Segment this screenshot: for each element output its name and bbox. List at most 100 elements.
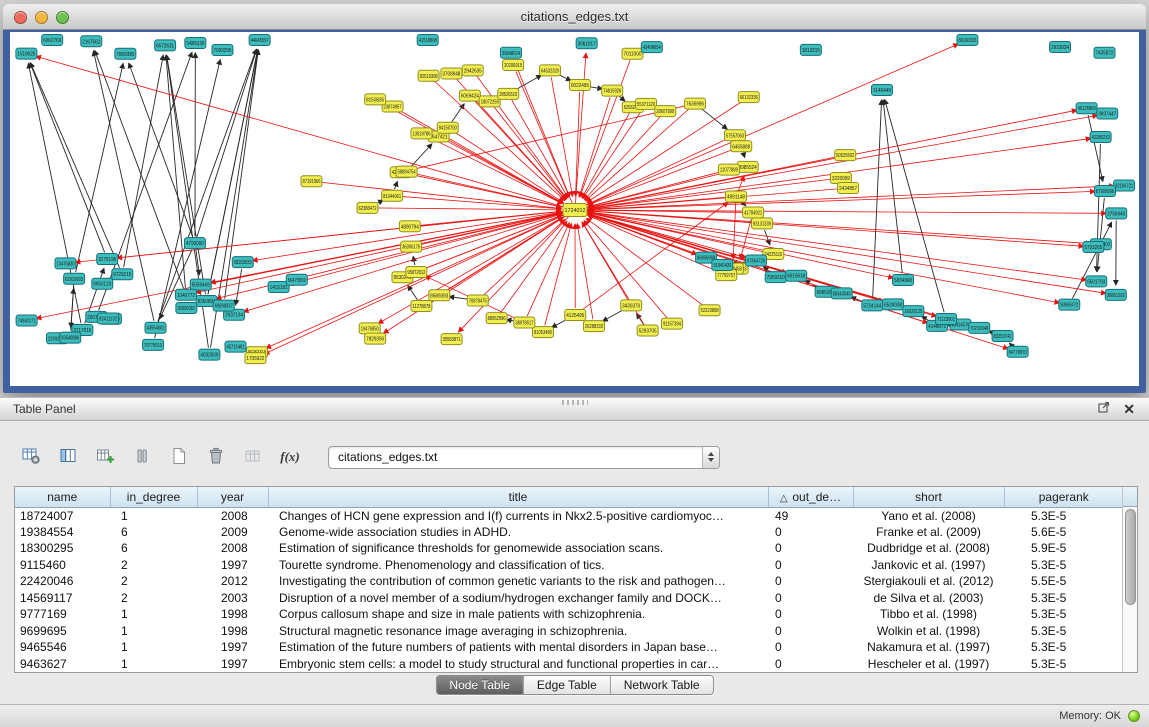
table-cell[interactable]: 6	[110, 524, 197, 541]
graph-node[interactable]: 74940171	[16, 315, 37, 326]
graph-node[interactable]: 43554602	[145, 322, 166, 333]
table-cell[interactable]: 5.3E-5	[1004, 656, 1122, 673]
table-cell[interactable]: 0	[768, 540, 853, 557]
graph-node[interactable]: 56475992	[286, 274, 307, 285]
table-cell[interactable]: Dudbridge et al. (2008)	[853, 540, 1004, 557]
scrollbar-thumb[interactable]	[1125, 509, 1136, 605]
graph-node[interactable]: 18072259	[479, 96, 500, 107]
graph-node[interactable]: 70210048	[969, 322, 990, 333]
table-cell[interactable]: 5.3E-5	[1004, 639, 1122, 656]
graph-node[interactable]: 7829356	[365, 333, 386, 344]
tab-edge-table[interactable]: Edge Table	[523, 676, 610, 694]
graph-node[interactable]: 3430370	[621, 300, 642, 311]
graph-node[interactable]: 4991148	[726, 191, 747, 202]
new-file-button[interactable]	[164, 443, 194, 471]
table-cell[interactable]: Estimation of the future numbers of pati…	[268, 639, 768, 656]
graph-node[interactable]: 41784921	[743, 207, 764, 218]
graph-node[interactable]: 41518808	[417, 35, 438, 46]
table-cell[interactable]: 5.3E-5	[1004, 606, 1122, 623]
table-row[interactable]: 946554611997Estimation of the future num…	[15, 639, 1122, 656]
graph-node[interactable]: 2942635	[462, 65, 483, 76]
table-rows-button[interactable]	[127, 443, 157, 471]
graph-node[interactable]: 57557060	[724, 130, 745, 141]
function-builder-button[interactable]: f(x)	[275, 443, 305, 471]
table-cell[interactable]: 1	[110, 623, 197, 640]
graph-node[interactable]: 6069424	[459, 90, 480, 101]
graph-node[interactable]: 5724144	[862, 300, 883, 311]
graph-node[interactable]: 1705922	[245, 353, 266, 364]
table-cell[interactable]: 9115460	[15, 557, 110, 574]
graph-node[interactable]: 1146449	[872, 85, 893, 96]
graph-node[interactable]: 87191966	[301, 176, 322, 187]
graph-node[interactable]: 1519025	[16, 48, 37, 59]
graph-node[interactable]: 84778970	[1007, 346, 1028, 357]
table-cell[interactable]: 0	[768, 573, 853, 590]
tab-node-table[interactable]: Node Table	[436, 676, 523, 694]
graph-node[interactable]: 4793090	[184, 238, 205, 249]
table-row[interactable]: 1938455462009Genome-wide association stu…	[15, 524, 1122, 541]
graph-node[interactable]: 13476830	[55, 258, 76, 269]
graph-node[interactable]: 9729215	[112, 269, 133, 280]
graph-node[interactable]: 86160033	[957, 35, 978, 46]
graph-node[interactable]: 6524038	[883, 299, 904, 310]
column-header-in_degree[interactable]: in_degree	[110, 487, 197, 507]
graph-node[interactable]: 7093295	[212, 45, 233, 56]
graph-node[interactable]: 7959310	[765, 272, 786, 283]
delete-table-button[interactable]	[201, 443, 231, 471]
graph-node[interactable]: 74815926	[602, 85, 623, 96]
graph-node[interactable]: 28607899	[655, 106, 676, 117]
table-selector-dropdown[interactable]: citations_edges.txt	[328, 446, 720, 469]
graph-node[interactable]: 7435872	[1094, 47, 1115, 58]
graph-node[interactable]: 1724012	[563, 204, 587, 217]
window-titlebar[interactable]: citations_edges.txt	[3, 4, 1146, 30]
table-cell[interactable]: 18300295	[15, 540, 110, 557]
graph-node[interactable]: 62388472	[357, 202, 378, 213]
column-header-name[interactable]: name	[15, 487, 110, 507]
table-cell[interactable]: 2008	[197, 540, 268, 557]
column-header-year[interactable]: year	[197, 487, 268, 507]
graph-node[interactable]: 5834968	[893, 275, 914, 286]
table-row[interactable]: 946362711997Embryonic stem cells: a mode…	[15, 656, 1122, 673]
graph-node[interactable]: 50525502	[835, 150, 856, 161]
show-columns-button[interactable]	[53, 443, 83, 471]
graph-node[interactable]: 43498654	[641, 42, 662, 53]
graph-node[interactable]: 54965108	[185, 38, 206, 49]
graph-node[interactable]: 4125495	[565, 309, 586, 320]
graph-node[interactable]: 91940435	[712, 260, 733, 271]
graph-node[interactable]: 88952996	[486, 313, 507, 324]
graph-node[interactable]: 58343049	[831, 288, 852, 299]
graph-node[interactable]: 20206915	[503, 59, 524, 70]
table-cell[interactable]: 19384554	[15, 524, 110, 541]
graph-node[interactable]: 46126869	[1076, 103, 1097, 114]
graph-node[interactable]: 45715481	[225, 341, 246, 352]
table-cell[interactable]: Estimation of significance thresholds fo…	[268, 540, 768, 557]
graph-node[interactable]: 62919903	[64, 273, 85, 284]
graph-node[interactable]: 87909996	[1094, 186, 1115, 197]
table-cell[interactable]: 5.3E-5	[1004, 557, 1122, 574]
vertical-scrollbar[interactable]	[1122, 487, 1137, 672]
graph-node[interactable]: 81053480	[532, 327, 553, 338]
minimize-window-button[interactable]	[35, 11, 48, 24]
graph-node[interactable]: 92411132	[98, 313, 119, 324]
graph-node[interactable]: 7011000	[622, 48, 643, 59]
graph-node[interactable]: 95872812	[406, 266, 427, 277]
table-cell[interactable]: 22420046	[15, 573, 110, 590]
table-cell[interactable]: 0	[768, 656, 853, 673]
table-cell[interactable]: 9465546	[15, 639, 110, 656]
graph-node[interactable]: 3708948	[441, 68, 462, 79]
table-row[interactable]: 1872400712008Changes of HCN gene express…	[15, 507, 1122, 524]
table-cell[interactable]: Franke et al. (2009)	[853, 524, 1004, 541]
graph-node[interactable]: 71123001	[936, 314, 957, 325]
table-cell[interactable]: Tibbo et al. (1998)	[853, 606, 1004, 623]
table-row[interactable]: 911546021997Tourette syndrome. Phenomeno…	[15, 557, 1122, 574]
graph-node[interactable]: 32184721	[1114, 180, 1135, 191]
table-cell[interactable]: Genome-wide association studies in ADHD.	[268, 524, 768, 541]
graph-node[interactable]: 5793265	[1083, 242, 1104, 253]
graph-node[interactable]: 41286219	[1090, 132, 1111, 143]
table-cell[interactable]: Investigating the contribution of common…	[268, 573, 768, 590]
graph-node[interactable]: 5293705	[637, 325, 658, 336]
table-cell[interactable]: 9463627	[15, 656, 110, 673]
table-cell[interactable]: 49	[768, 507, 853, 524]
graph-node[interactable]: 30861592	[1105, 289, 1126, 300]
table-cell[interactable]: 1997	[197, 639, 268, 656]
